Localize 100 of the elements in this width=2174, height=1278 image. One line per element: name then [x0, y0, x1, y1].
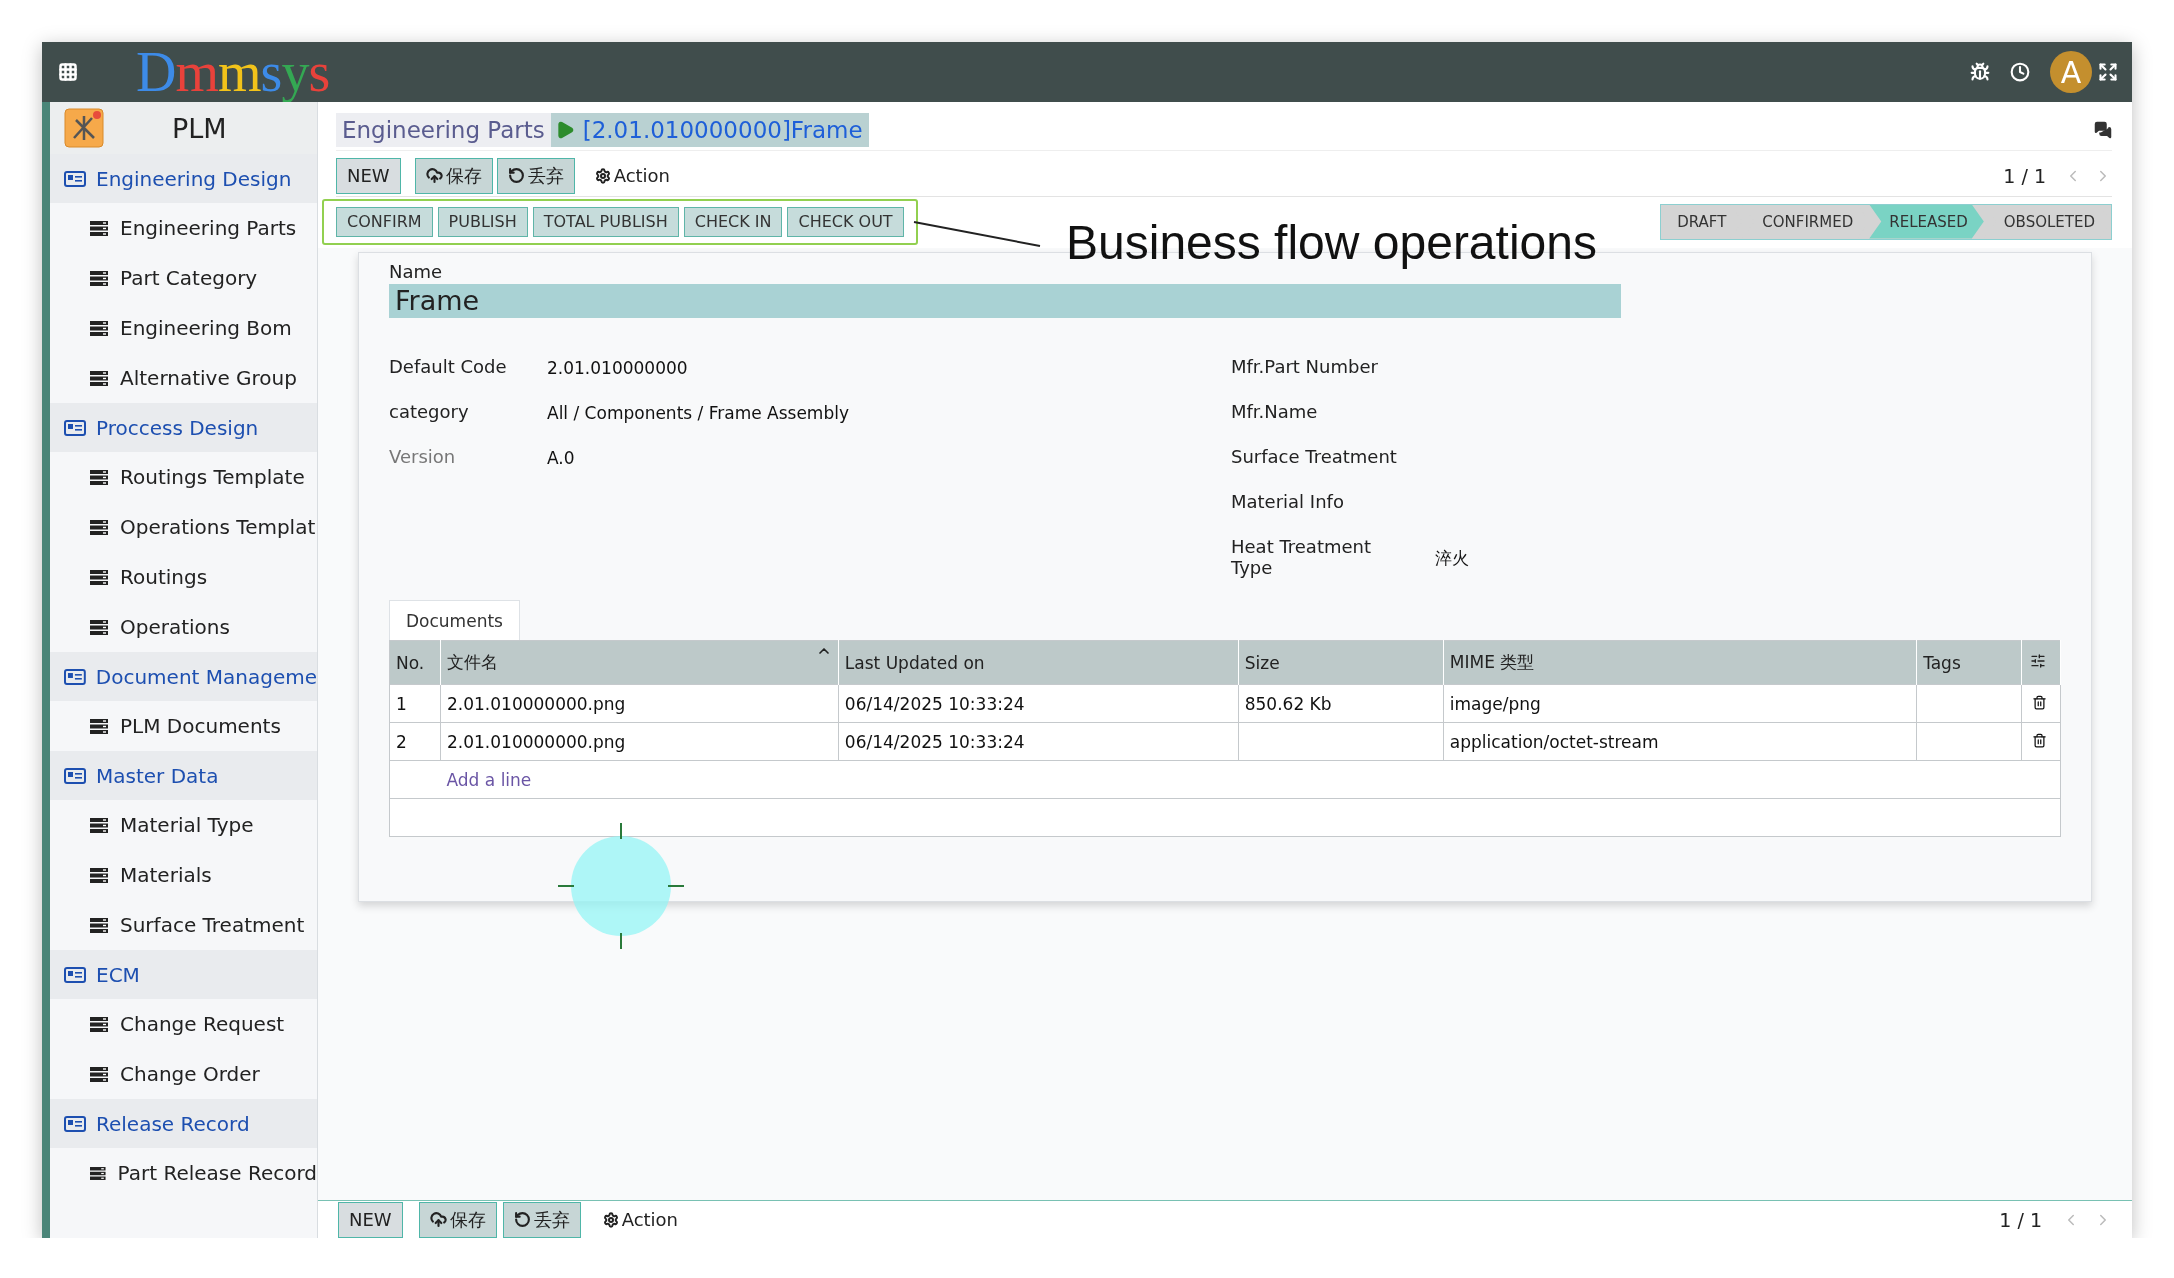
fullscreen-icon[interactable]: [2098, 62, 2118, 82]
sidebar-item[interactable]: Operations: [50, 602, 317, 652]
sidebar-section[interactable]: Document Manageme: [50, 652, 317, 701]
app-title: PLM: [172, 112, 227, 144]
list-icon: [90, 320, 108, 336]
pager-text: 1 / 1: [1999, 1208, 2042, 1231]
sidebar-section[interactable]: Master Data: [50, 751, 317, 800]
column-header[interactable]: No.: [389, 640, 441, 685]
field-label: Surface Treatment: [1231, 446, 1398, 467]
name-field[interactable]: Frame: [389, 284, 1621, 318]
list-icon: [90, 370, 108, 386]
flow-button[interactable]: CHECK OUT: [787, 206, 904, 237]
field-value: A.0: [547, 447, 575, 468]
new-button[interactable]: NEW: [338, 1201, 403, 1238]
table-cell: 2: [389, 722, 441, 761]
table-cell: image/png: [1443, 684, 1917, 723]
chat-icon[interactable]: [2094, 121, 2112, 139]
list-icon: [90, 569, 108, 585]
sidebar-section[interactable]: Proccess Design: [50, 403, 317, 452]
save-button[interactable]: 保存: [418, 1201, 497, 1238]
column-header[interactable]: Tags: [1916, 640, 2022, 685]
list-icon: [90, 718, 108, 734]
field-label: Version: [389, 446, 456, 467]
sidebar-item[interactable]: Part Release Record: [50, 1148, 317, 1198]
card-icon: [64, 966, 86, 983]
new-button[interactable]: NEW: [336, 157, 401, 194]
flow-button[interactable]: CHECK IN: [683, 206, 783, 237]
breadcrumb-current: [2.01.010000000]Frame: [550, 113, 869, 147]
sidebar-section[interactable]: ECM: [50, 950, 317, 999]
field-value: 淬火: [1435, 546, 1469, 570]
cloud-upload-icon: [425, 167, 443, 184]
settings-icon: [602, 1211, 619, 1228]
list-icon: [90, 867, 108, 883]
debug-icon[interactable]: [1970, 62, 1990, 82]
table-cell: 2.01.010000000.png: [440, 722, 839, 761]
card-icon: [64, 419, 86, 436]
table-cell: 06/14/2025 10:33:24: [838, 722, 1239, 761]
discard-button[interactable]: 丢弃: [502, 1201, 581, 1238]
undo-icon: [513, 1211, 531, 1228]
pager-text: 1 / 1: [2003, 164, 2046, 187]
list-icon: [90, 220, 108, 236]
settings-icon: [594, 167, 611, 184]
discard-button[interactable]: 丢弃: [496, 157, 575, 194]
list-icon: [90, 817, 108, 833]
column-header[interactable]: Size: [1238, 640, 1444, 685]
sidebar-item[interactable]: Engineering Parts: [50, 203, 317, 253]
sidebar-section[interactable]: Engineering Design: [50, 154, 317, 203]
list-icon: [90, 917, 108, 933]
sidebar-section[interactable]: Release Record: [50, 1099, 317, 1148]
list-icon: [90, 270, 108, 286]
field-label: Mfr.Name: [1231, 401, 1319, 422]
field-label: Heat Treatment Type: [1231, 536, 1372, 578]
flow-button[interactable]: TOTAL PUBLISH: [532, 206, 679, 237]
field-value: All / Components / Frame Assembly: [547, 402, 849, 423]
add-line-link[interactable]: Add a line: [446, 769, 532, 790]
list-icon: [90, 1016, 108, 1032]
action-button[interactable]: Action: [584, 157, 680, 194]
table-cell: 06/14/2025 10:33:24: [838, 684, 1239, 723]
sidebar-item[interactable]: Materials: [50, 850, 317, 900]
column-header[interactable]: MIME 类型: [1443, 640, 1917, 685]
column-header[interactable]: 文件名: [440, 640, 839, 685]
sidebar-item[interactable]: Material Type: [50, 800, 317, 850]
table-cell: 2.01.010000000.png: [440, 684, 839, 723]
sidebar-item[interactable]: Alternative Group: [50, 353, 317, 403]
column-header[interactable]: Last Updated on: [838, 640, 1239, 685]
cloud-upload-icon: [429, 1211, 447, 1228]
delete-icon[interactable]: [2032, 694, 2048, 710]
field-label: Default Code: [389, 356, 507, 377]
sidebar-item[interactable]: PLM Documents: [50, 701, 317, 751]
save-button[interactable]: 保存: [414, 157, 493, 194]
sliders-icon[interactable]: [2030, 652, 2047, 669]
logo: Dmmsys: [136, 42, 330, 102]
flow-button[interactable]: CONFIRM: [336, 206, 433, 237]
card-icon: [64, 170, 86, 187]
sidebar-item[interactable]: Surface Treatment: [50, 900, 317, 950]
field-value: 2.01.010000000: [547, 357, 688, 378]
action-button[interactable]: Action: [592, 1201, 688, 1238]
sidebar-item[interactable]: Routings: [50, 552, 317, 602]
field-label: category: [389, 401, 469, 422]
sidebar-item[interactable]: Change Request: [50, 999, 317, 1049]
table-cell: 1: [389, 684, 441, 723]
sidebar-item[interactable]: Part Category: [50, 253, 317, 303]
sidebar-item[interactable]: Operations Templat: [50, 502, 317, 552]
status-stage[interactable]: RELEASED: [1869, 204, 1984, 239]
list-icon: [90, 519, 108, 535]
sidebar-item[interactable]: Engineering Bom: [50, 303, 317, 353]
delete-icon[interactable]: [2032, 732, 2048, 748]
flow-button[interactable]: PUBLISH: [437, 206, 528, 237]
undo-icon: [507, 167, 525, 184]
clock-icon[interactable]: [2010, 62, 2030, 82]
field-label: Name: [389, 261, 444, 282]
sidebar-item[interactable]: Change Order: [50, 1049, 317, 1099]
breadcrumb-link[interactable]: Engineering Parts: [336, 113, 551, 147]
sidebar-item[interactable]: Routings Template: [50, 452, 317, 502]
card-icon: [64, 1115, 86, 1132]
apps-menu-icon[interactable]: [58, 62, 78, 82]
list-icon: [90, 619, 108, 635]
documents-tab[interactable]: Documents: [389, 600, 520, 640]
list-icon: [90, 469, 108, 485]
app-icon: [64, 108, 104, 148]
